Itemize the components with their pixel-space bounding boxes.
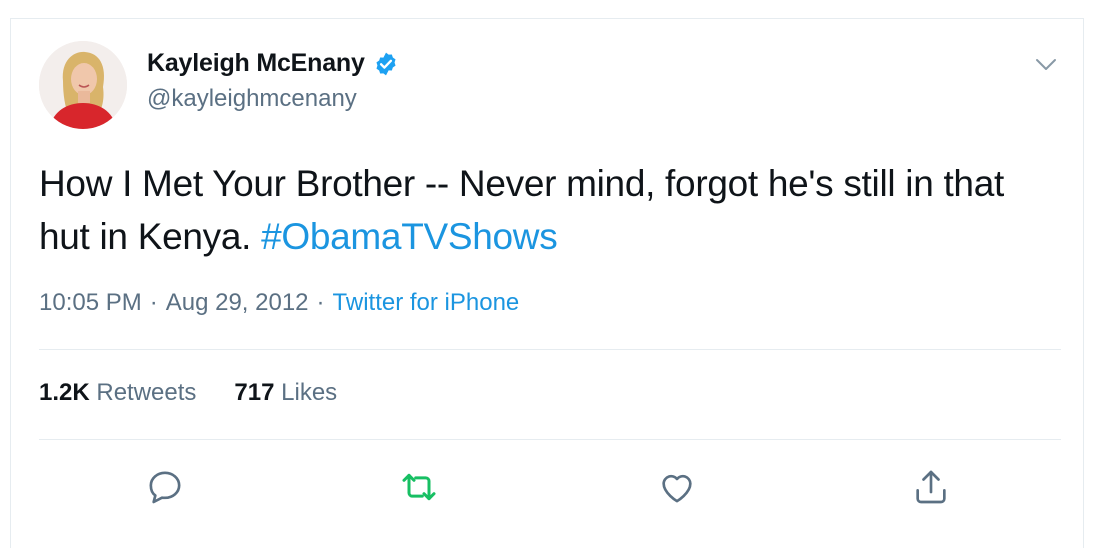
author-row: Kayleigh McEnany	[147, 49, 399, 78]
retweet-icon[interactable]	[399, 467, 439, 507]
retweets-stat[interactable]: 1.2K Retweets	[39, 379, 196, 407]
tweet-time[interactable]: 10:05 PM	[39, 289, 142, 317]
tweet-actions	[11, 459, 1085, 509]
avatar-image	[39, 41, 127, 129]
reply-icon[interactable]	[145, 467, 185, 507]
retweets-label: Retweets	[96, 379, 197, 406]
likes-label: Likes	[281, 379, 338, 406]
divider	[39, 439, 1061, 440]
meta-separator: ·	[149, 289, 158, 316]
share-icon[interactable]	[911, 467, 951, 507]
tweet-stats: 1.2K Retweets 717 Likes	[39, 379, 337, 407]
tweet-text: How I Met Your Brother -- Never mind, fo…	[39, 157, 1059, 263]
meta-separator: ·	[316, 289, 325, 316]
tweet-source-link[interactable]: Twitter for iPhone	[333, 289, 520, 317]
tweet-metadata: 10:05 PM · Aug 29, 2012 · Twitter for iP…	[39, 289, 519, 317]
avatar[interactable]	[39, 41, 127, 129]
chevron-down-icon[interactable]	[1031, 49, 1061, 79]
hashtag-link[interactable]: #ObamaTVShows	[261, 216, 558, 257]
likes-stat[interactable]: 717 Likes	[234, 379, 337, 407]
tweet-date[interactable]: Aug 29, 2012	[166, 289, 309, 317]
divider	[39, 349, 1061, 350]
likes-count: 717	[234, 379, 275, 406]
author-display-name[interactable]: Kayleigh McEnany	[147, 49, 365, 78]
verified-badge-icon	[373, 51, 399, 77]
heart-icon[interactable]	[657, 467, 697, 507]
tweet-card: Kayleigh McEnany @kayleighmcenany How I …	[10, 18, 1084, 548]
author-handle[interactable]: @kayleighmcenany	[147, 85, 357, 113]
retweets-count: 1.2K	[39, 379, 90, 406]
